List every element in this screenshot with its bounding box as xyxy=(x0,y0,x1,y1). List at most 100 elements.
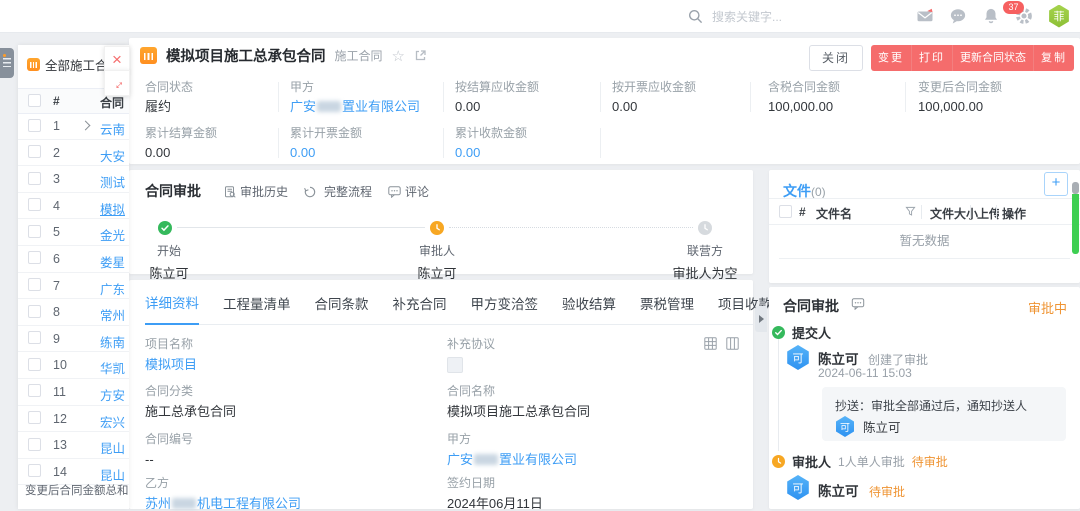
contract-link[interactable]: 云南 xyxy=(100,119,125,138)
scrollbar[interactable] xyxy=(1072,178,1079,258)
row-checkbox[interactable] xyxy=(28,464,41,477)
full-flow-link[interactable]: 完整流程 xyxy=(304,183,372,200)
row-checkbox[interactable] xyxy=(28,411,41,424)
contract-row-selected[interactable]: 4模拟 xyxy=(18,193,129,220)
files-card: 文件(0) + # 文件名 文件大小 上传人 操作 暂无数据 xyxy=(769,170,1080,283)
files-select-all-checkbox[interactable] xyxy=(779,205,792,218)
supplement-checkbox[interactable] xyxy=(447,357,463,373)
approval-workflow-card: 合同审批 审批历史 完整流程 评论 开始 xyxy=(129,170,753,274)
row-checkbox[interactable] xyxy=(28,251,41,264)
close-panel-button[interactable] xyxy=(104,46,130,72)
contract-row[interactable]: 2大安 xyxy=(18,140,129,167)
field-changed-amount: 变更后合同金额 100,000.00 xyxy=(918,80,1002,114)
contract-link[interactable]: 大安 xyxy=(100,146,125,165)
row-checkbox[interactable] xyxy=(28,198,41,211)
approval-history-link[interactable]: 审批历史 xyxy=(224,183,288,200)
contract-link[interactable]: 模拟 xyxy=(100,199,125,218)
history-icon xyxy=(224,186,236,198)
field-party-a: 甲方 广安置业有限公司 xyxy=(290,80,420,114)
comment-link[interactable]: 评论 xyxy=(388,183,429,200)
contract-row[interactable]: 13昆山 xyxy=(18,432,129,459)
print-button[interactable]: 打印 xyxy=(911,45,952,71)
contract-row[interactable]: 7广东 xyxy=(18,273,129,300)
topbar: 搜索关键字... 37 菲 xyxy=(0,0,1080,33)
contract-link[interactable]: 昆山 xyxy=(100,438,125,457)
open-external-icon[interactable] xyxy=(414,49,427,62)
contract-link[interactable]: 昆山 xyxy=(100,465,125,484)
favorite-star-icon[interactable] xyxy=(392,47,405,65)
row-checkbox[interactable] xyxy=(28,384,41,397)
row-checkbox[interactable] xyxy=(28,438,41,451)
select-all-checkbox[interactable] xyxy=(28,94,41,107)
comment-icon[interactable] xyxy=(851,298,865,310)
change-button[interactable]: 变更 xyxy=(871,45,911,71)
filter-funnel-icon[interactable] xyxy=(905,206,916,217)
row-checkbox[interactable] xyxy=(28,145,41,158)
contract-row[interactable]: 8常州 xyxy=(18,299,129,326)
contract-link[interactable]: 广东 xyxy=(100,279,125,298)
tab-terms[interactable]: 合同条款 xyxy=(315,293,369,324)
cum-invoice-link[interactable]: 0.00 xyxy=(290,145,362,160)
row-expander-icon[interactable] xyxy=(81,121,91,131)
project-link[interactable]: 模拟项目 xyxy=(145,357,197,372)
chat-icon[interactable] xyxy=(949,7,967,25)
contract-row[interactable]: 6娄星 xyxy=(18,246,129,273)
scrollbar-thumb[interactable] xyxy=(1072,194,1079,254)
step-approver: 审批人 陈立可 xyxy=(417,242,456,282)
contract-row[interactable]: 9练南 xyxy=(18,326,129,353)
row-checkbox[interactable] xyxy=(28,172,41,185)
submitter-avatar: 可 xyxy=(786,345,810,370)
contract-link[interactable]: 常州 xyxy=(100,305,125,324)
tab-acceptance[interactable]: 验收结算 xyxy=(562,293,616,324)
update-status-button[interactable]: 更新合同状态 xyxy=(952,45,1033,71)
column-view-icon[interactable] xyxy=(726,337,739,350)
scrollbar-segment[interactable] xyxy=(1072,182,1079,194)
close-button[interactable]: 关闭 xyxy=(809,45,863,71)
field-cum-receipt: 累计收款金额 0.00 xyxy=(455,126,527,160)
contract-link[interactable]: 宏兴 xyxy=(100,412,125,431)
tab-detail-info[interactable]: 详细资料 xyxy=(145,292,199,325)
bell-icon[interactable] xyxy=(982,7,1000,25)
field-cum-invoice: 累计开票金额 0.00 xyxy=(290,126,362,160)
approval-title: 合同审批 xyxy=(783,296,865,316)
contract-row[interactable]: 1云南 xyxy=(18,113,129,140)
tab-supplement[interactable]: 补充合同 xyxy=(393,293,447,324)
contract-link[interactable]: 测试 xyxy=(100,172,125,191)
row-checkbox[interactable] xyxy=(28,331,41,344)
row-checkbox[interactable] xyxy=(28,225,41,238)
sidebar-collapse-handle[interactable] xyxy=(0,48,14,78)
panel-collapse-handle[interactable] xyxy=(755,306,767,332)
files-name-header: 文件名 xyxy=(816,205,852,222)
divider xyxy=(600,128,601,158)
row-checkbox[interactable] xyxy=(28,358,41,371)
divider xyxy=(443,128,444,158)
row-checkbox[interactable] xyxy=(28,119,41,132)
contract-row[interactable]: 3测试 xyxy=(18,166,129,193)
contract-row[interactable]: 5金光 xyxy=(18,219,129,246)
mail-icon[interactable] xyxy=(916,7,934,25)
expand-panel-button[interactable] xyxy=(104,70,130,96)
row-checkbox[interactable] xyxy=(28,278,41,291)
contract-link[interactable]: 练南 xyxy=(100,332,125,351)
contract-row[interactable]: 11方安 xyxy=(18,379,129,406)
contract-row[interactable]: 10华凯 xyxy=(18,352,129,379)
contract-link[interactable]: 方安 xyxy=(100,385,125,404)
cum-receipt-link[interactable]: 0.00 xyxy=(455,145,527,160)
row-checkbox[interactable] xyxy=(28,305,41,318)
party-a-link[interactable]: 广安置业有限公司 xyxy=(290,99,420,114)
party-a-link[interactable]: 广安置业有限公司 xyxy=(447,452,577,467)
tab-boq[interactable]: 工程量清单 xyxy=(223,293,291,324)
add-file-button[interactable]: + xyxy=(1044,172,1068,196)
contract-link[interactable]: 金光 xyxy=(100,225,125,244)
contract-link[interactable]: 华凯 xyxy=(100,358,125,377)
tab-party-a-change[interactable]: 甲方变洽签 xyxy=(471,293,539,324)
table-view-icon[interactable] xyxy=(704,337,717,350)
action-button-group: 变更 打印 更新合同状态 复制 xyxy=(871,45,1074,71)
copy-button[interactable]: 复制 xyxy=(1033,45,1074,71)
contract-row[interactable]: 12宏兴 xyxy=(18,406,129,433)
avatar[interactable]: 菲 xyxy=(1048,5,1070,28)
contract-link[interactable]: 娄星 xyxy=(100,252,125,271)
tab-invoice-tax[interactable]: 票税管理 xyxy=(640,293,694,324)
changed-amount-total-label: 变更后合同金额总和: xyxy=(25,482,129,498)
global-search-input[interactable]: 搜索关键字... xyxy=(688,0,782,32)
